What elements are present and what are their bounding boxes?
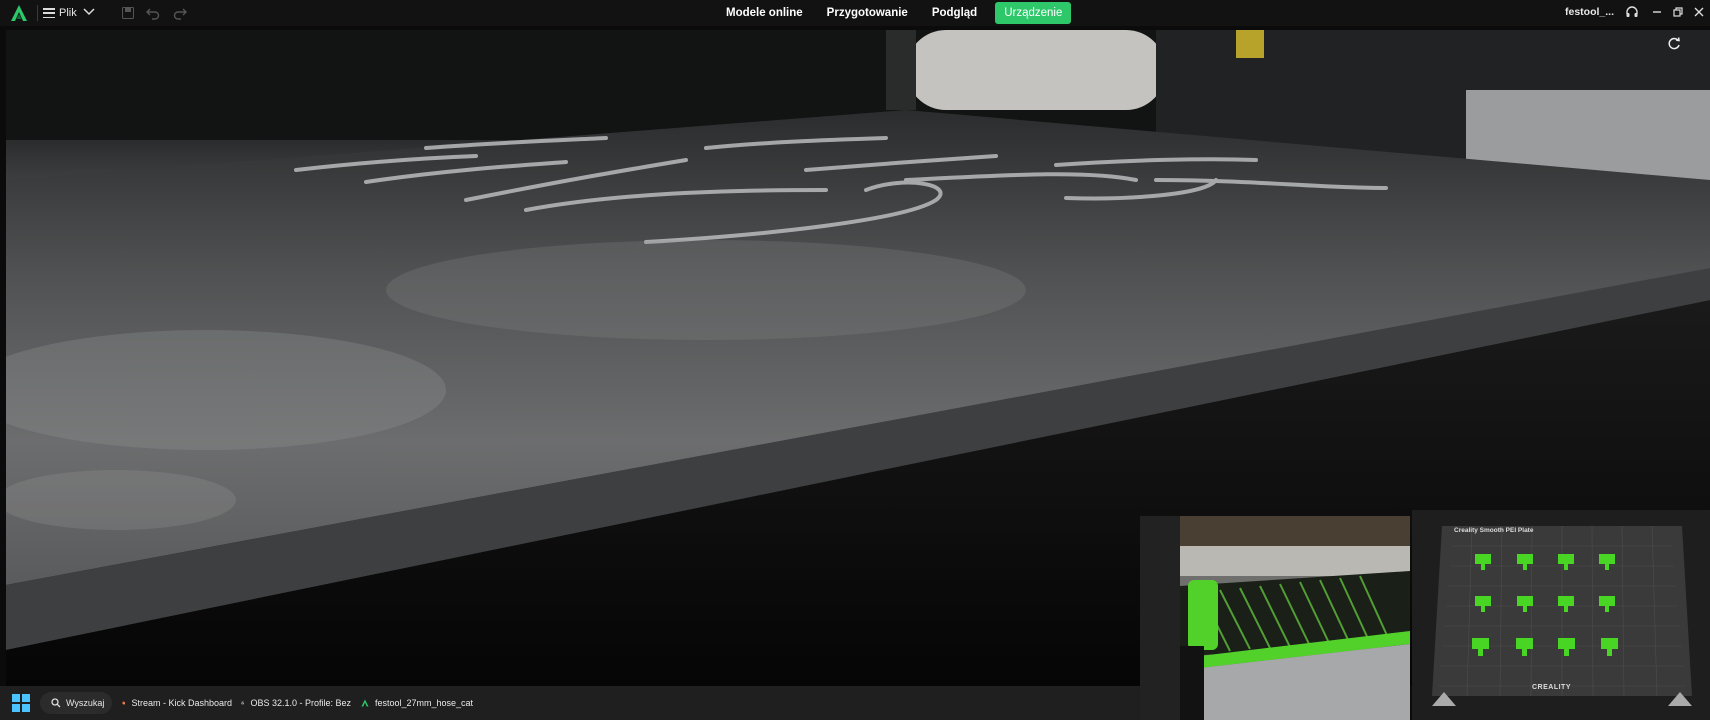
hamburger-icon [43, 8, 55, 18]
taskbar-item-label: Stream - Kick Dashboard [131, 698, 232, 708]
save-icon[interactable] [120, 5, 136, 21]
titlebar-divider [37, 5, 38, 21]
windows-start-icon[interactable] [12, 694, 30, 712]
taskbar-item-chrome[interactable]: Stream - Kick Dashboard [122, 691, 232, 715]
file-menu-label: Plik [59, 7, 77, 19]
close-icon[interactable] [1692, 5, 1706, 19]
taskbar-search[interactable]: Wyszukaj [40, 692, 112, 714]
minimize-icon[interactable] [1650, 5, 1664, 19]
refresh-icon[interactable] [1666, 36, 1682, 52]
chrome-icon [122, 701, 126, 705]
search-label: Wyszukaj [66, 698, 105, 708]
desktop-screen: Plik Modele online Przygotowanie Podgląd… [0, 0, 1710, 720]
app-title-bar: Plik Modele online Przygotowanie Podgląd… [0, 0, 1710, 26]
pip-plate-preview: Creality Smooth PEI Plate CREALITY [1412, 510, 1710, 720]
plate-label: Creality Smooth PEI Plate [1454, 527, 1534, 534]
taskbar-item-obs[interactable]: OBS 32.1.0 - Profile: Bez [241, 691, 351, 715]
file-menu-button[interactable]: Plik [43, 4, 77, 22]
tab-online-models[interactable]: Modele online [720, 2, 809, 24]
restore-icon[interactable] [1671, 5, 1685, 19]
pip-hose-photo [1140, 516, 1410, 720]
project-name: festool_... [1565, 6, 1615, 18]
tab-device[interactable]: Urządzenie [995, 2, 1072, 24]
plate-brand-label: CREALITY [1532, 684, 1571, 691]
undo-icon[interactable] [145, 5, 161, 21]
redo-icon[interactable] [172, 5, 188, 21]
taskbar-item-label: OBS 32.1.0 - Profile: Bez [250, 698, 351, 708]
windows-taskbar: Wyszukaj Stream - Kick Dashboard OBS 32.… [0, 686, 1140, 720]
search-icon [51, 698, 61, 708]
taskbar-item-creality-print[interactable]: festool_27mm_hose_cat [361, 691, 473, 715]
main-nav-tabs: Modele online Przygotowanie Podgląd Urzą… [720, 2, 1083, 24]
obs-icon [241, 701, 245, 705]
tab-prepare[interactable]: Przygotowanie [821, 2, 914, 24]
chevron-down-icon[interactable] [82, 6, 96, 18]
hose-photo-image [1140, 516, 1410, 720]
headset-icon[interactable] [1625, 5, 1639, 19]
creality-print-icon [361, 699, 369, 707]
tab-preview[interactable]: Podgląd [926, 2, 983, 24]
creality-logo-icon[interactable] [10, 4, 28, 22]
taskbar-item-label: festool_27mm_hose_cat [374, 698, 473, 708]
